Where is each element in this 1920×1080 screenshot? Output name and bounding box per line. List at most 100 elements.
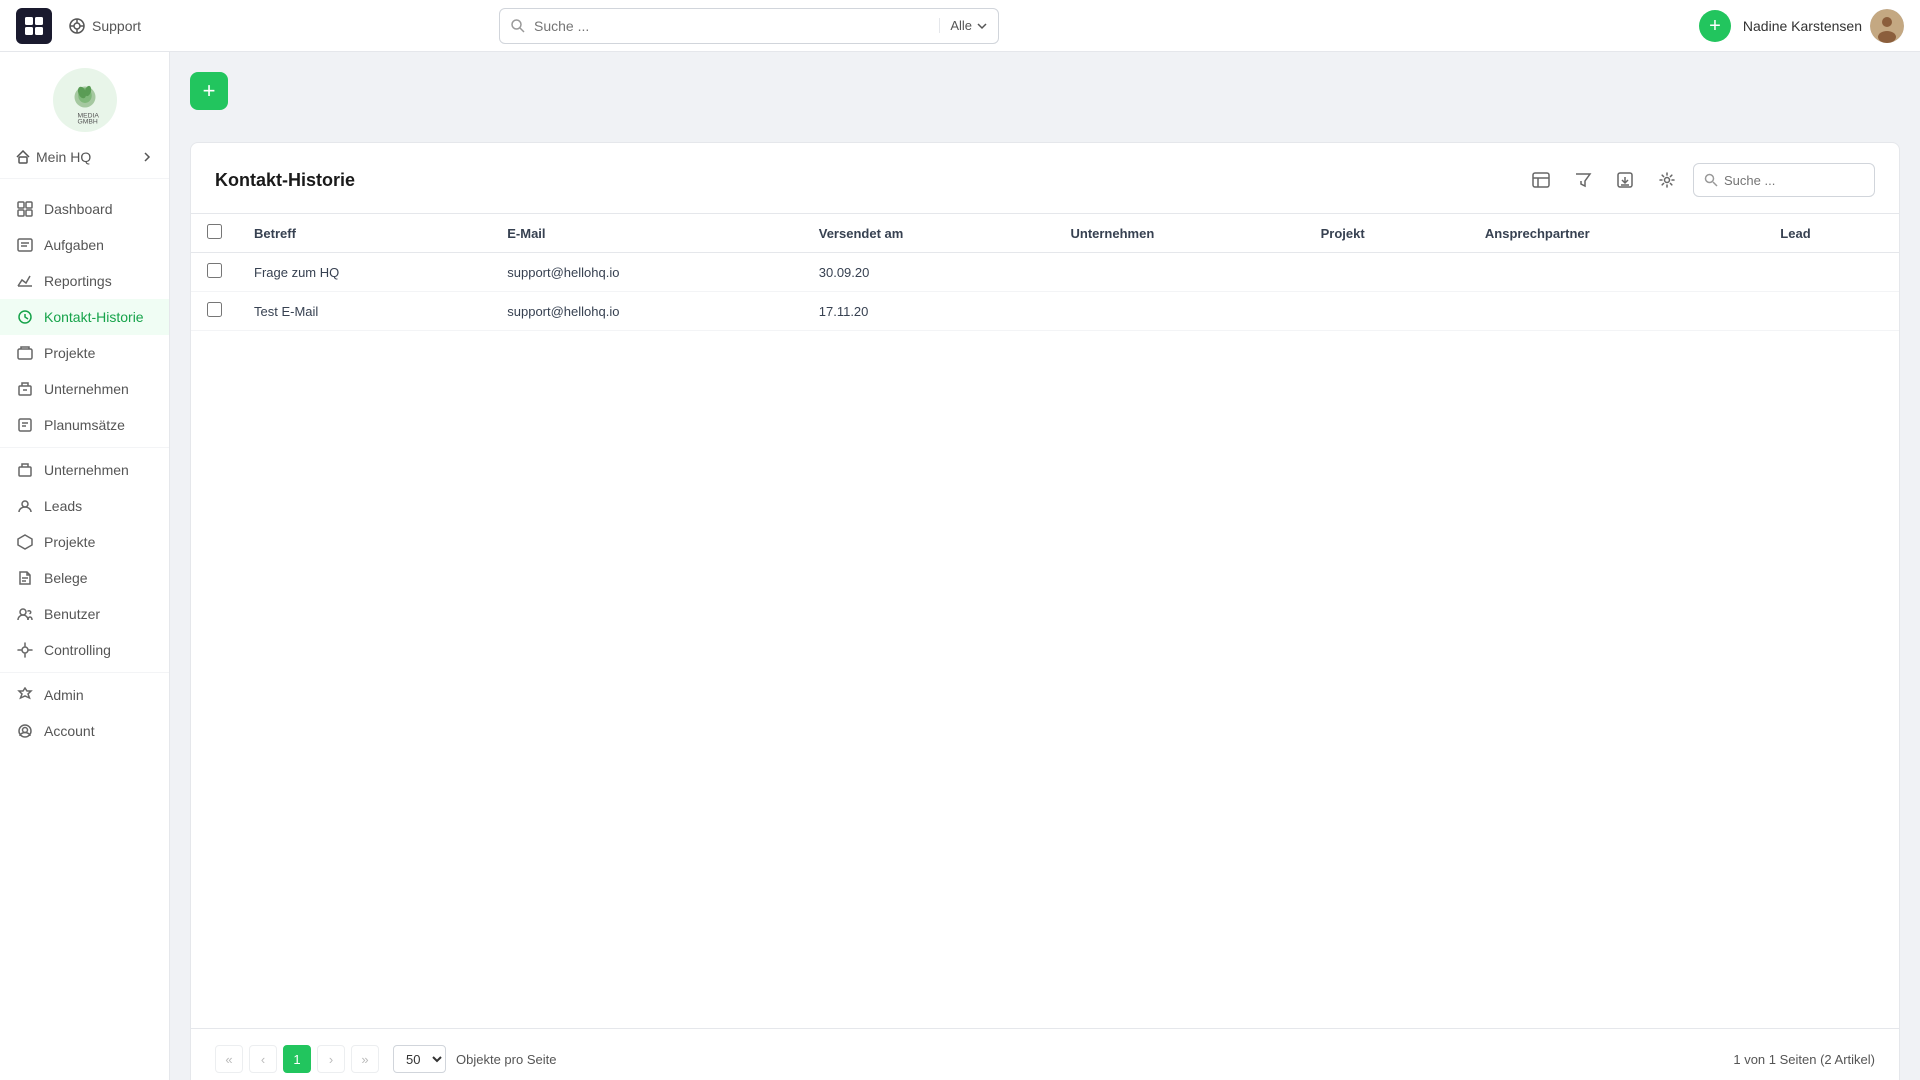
content-card: Kontakt-Historie [190,142,1900,1080]
user-name: Nadine Karstensen [1743,18,1862,34]
cell-email-1: support@hellohq.io [491,292,803,331]
cell-ansprechpartner-1 [1469,292,1764,331]
search-filter-btn[interactable]: Alle [939,18,988,33]
sidebar-item-planumsatze[interactable]: Planumsätze [0,407,169,443]
per-page-label: Objekte pro Seite [456,1052,556,1067]
sidebar-item-unternehmen2[interactable]: Unternehmen [0,452,169,488]
filter-icon[interactable] [1567,164,1599,196]
page-next-btn[interactable]: › [317,1045,345,1073]
cell-versendet-1: 17.11.20 [803,292,1055,331]
sidebar-label-controlling: Controlling [44,642,111,658]
per-page-select[interactable]: 50 25 10 Objekte pro Seite [393,1045,556,1073]
table-search[interactable] [1693,163,1875,197]
table-body: Frage zum HQ support@hellohq.io 30.09.20… [191,253,1899,331]
sidebar-item-account[interactable]: Account [0,713,169,749]
topbar-right: + Nadine Karstensen [1699,9,1904,43]
sidebar-label-unternehmen: Unternehmen [44,381,129,397]
sidebar-label-account: Account [44,723,95,739]
view-toggle-icon[interactable] [1525,164,1557,196]
cell-betreff-0: Frage zum HQ [238,253,491,292]
sidebar-item-admin[interactable]: Admin [0,677,169,713]
topbar-add-button[interactable]: + [1699,10,1731,42]
global-search[interactable]: Alle [499,8,999,44]
col-lead: Lead [1764,214,1899,253]
cell-lead-0 [1764,253,1899,292]
sidebar-item-dashboard[interactable]: Dashboard [0,191,169,227]
sidebar-item-unternehmen[interactable]: Unternehmen [0,371,169,407]
row-checkbox-cell-1[interactable] [191,292,238,331]
select-all-checkbox[interactable] [207,224,222,239]
sidebar-mein-hq[interactable]: Mein HQ [0,140,169,174]
app-logo [16,8,52,44]
company-icon [16,380,34,398]
cell-ansprechpartner-0 [1469,253,1764,292]
topbar-user: Nadine Karstensen [1743,9,1904,43]
cell-versendet-0: 30.09.20 [803,253,1055,292]
grid-icon [16,200,34,218]
plan-icon [16,416,34,434]
sidebar-item-benutzer[interactable]: Benutzer [0,596,169,632]
sidebar-item-kontakt-historie[interactable]: Kontakt-Historie [0,299,169,335]
sidebar-label-projekte: Projekte [44,345,95,361]
company-logo: MEDIA GMBH [53,68,117,132]
sidebar-item-leads[interactable]: Leads [0,488,169,524]
tasks-icon [16,236,34,254]
page-title: Kontakt-Historie [215,170,355,191]
sidebar-nav: Dashboard Aufgaben [0,183,169,757]
sidebar-label-belege: Belege [44,570,88,586]
select-all-header[interactable] [191,214,238,253]
avatar [1870,9,1904,43]
sidebar-item-aufgaben[interactable]: Aufgaben [0,227,169,263]
table-search-input[interactable] [1724,173,1864,188]
page-last-btn[interactable]: » [351,1045,379,1073]
sidebar-label-leads: Leads [44,498,82,514]
cell-unternehmen-0 [1054,253,1304,292]
cell-betreff-1: Test E-Mail [238,292,491,331]
chevron-right-icon [141,151,153,163]
sidebar-label-kontakt-historie: Kontakt-Historie [44,309,144,325]
row-checkbox-0[interactable] [207,263,222,278]
sidebar-item-controlling[interactable]: Controlling [0,632,169,668]
sidebar-item-reportings[interactable]: Reportings [0,263,169,299]
table-container: Betreff E-Mail Versendet am Unternehmen … [191,214,1899,1028]
col-unternehmen: Unternehmen [1054,214,1304,253]
page-first-btn[interactable]: « [215,1045,243,1073]
global-search-input[interactable] [534,18,931,34]
sidebar-separator-3 [0,672,169,673]
content-header: Kontakt-Historie [191,143,1899,214]
svg-text:GMBH: GMBH [77,118,97,124]
chart-icon [16,272,34,290]
sidebar-item-belege[interactable]: Belege [0,560,169,596]
main-content: + Kontakt-Historie [170,52,1920,1080]
col-ansprechpartner: Ansprechpartner [1469,214,1764,253]
company-logo-area: MEDIA GMBH [0,52,169,140]
export-icon[interactable] [1609,164,1641,196]
search-filter-label: Alle [950,18,972,33]
cell-unternehmen-1 [1054,292,1304,331]
per-page-dropdown[interactable]: 50 25 10 [393,1045,446,1073]
table-header-row: Betreff E-Mail Versendet am Unternehmen … [191,214,1899,253]
leads-icon [16,497,34,515]
company2-icon [16,461,34,479]
support-link[interactable]: Support [68,17,141,35]
sidebar-label-projekte2: Projekte [44,534,95,550]
row-checkbox-cell-0[interactable] [191,253,238,292]
chevron-down-icon [976,20,988,32]
sidebar-label-aufgaben: Aufgaben [44,237,104,253]
sidebar-separator-2 [0,447,169,448]
table-row: Frage zum HQ support@hellohq.io 30.09.20 [191,253,1899,292]
cell-projekt-0 [1305,253,1469,292]
sidebar-label-benutzer: Benutzer [44,606,100,622]
sidebar-label-unternehmen2: Unternehmen [44,462,129,478]
settings-icon[interactable] [1651,164,1683,196]
support-label: Support [92,18,141,34]
content-add-button[interactable]: + [190,72,228,110]
sidebar-item-projekte[interactable]: Projekte [0,335,169,371]
sidebar-item-projekte2[interactable]: Projekte [0,524,169,560]
sidebar-label-reportings: Reportings [44,273,112,289]
cell-projekt-1 [1305,292,1469,331]
page-prev-btn[interactable]: ‹ [249,1045,277,1073]
kontakt-historie-table: Betreff E-Mail Versendet am Unternehmen … [191,214,1899,331]
page-1-btn[interactable]: 1 [283,1045,311,1073]
row-checkbox-1[interactable] [207,302,222,317]
